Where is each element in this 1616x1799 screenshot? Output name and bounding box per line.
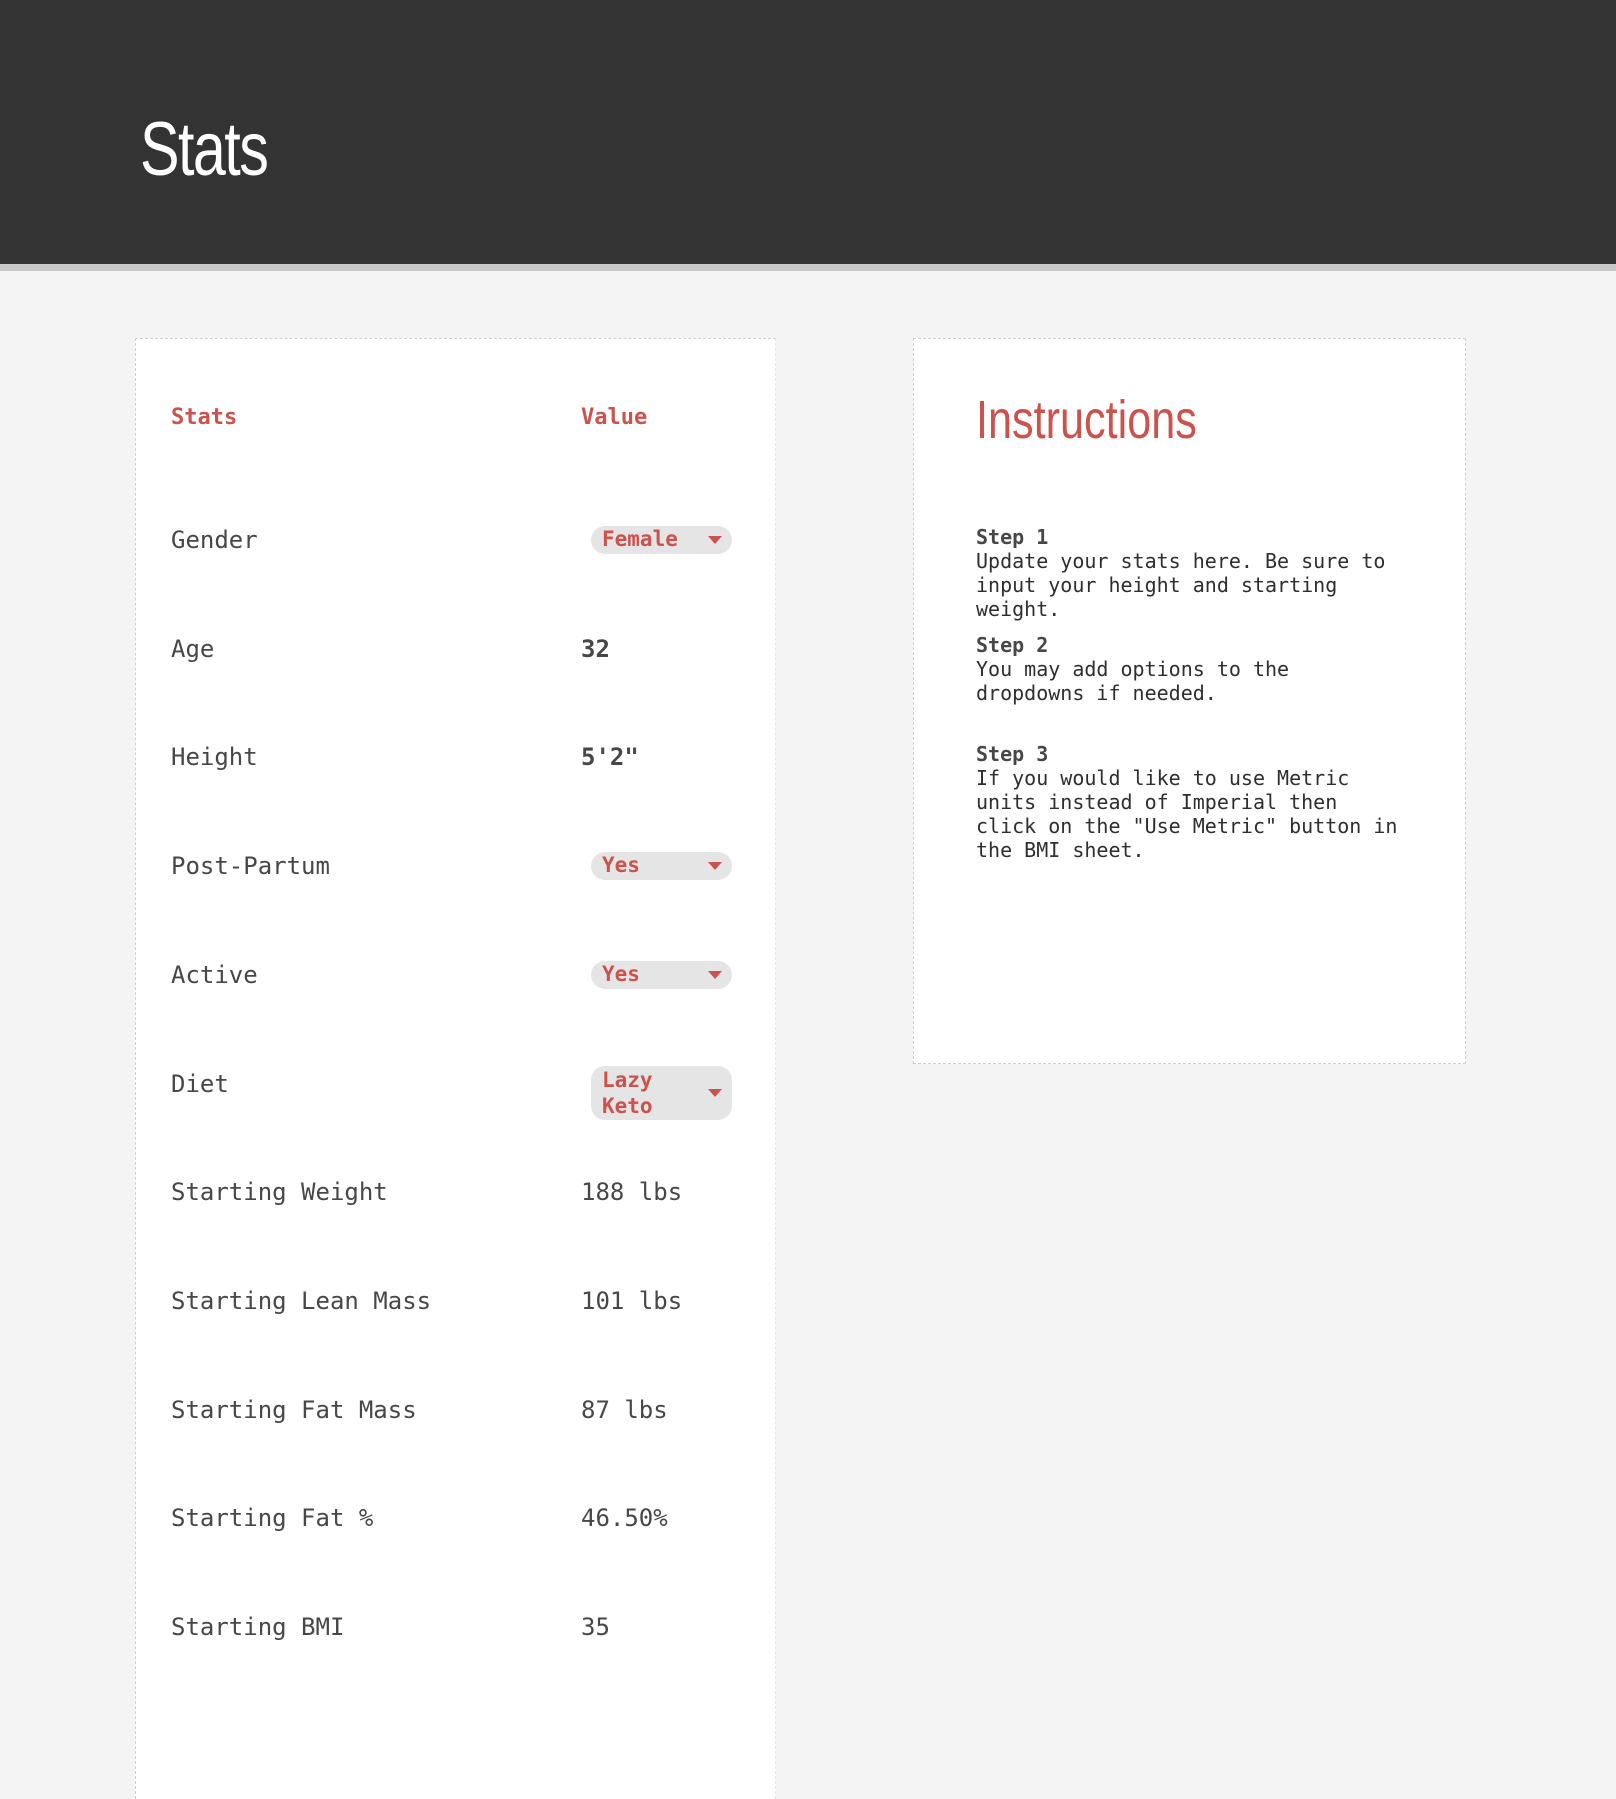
- column-header-value: Value: [581, 405, 648, 430]
- stat-label: Starting Weight: [171, 1178, 388, 1206]
- stat-row-age: Age 32: [136, 619, 775, 679]
- stat-value[interactable]: 5'2": [581, 727, 639, 787]
- stats-table: Stats Value Gender Female Age 32 Height …: [135, 338, 776, 1799]
- stat-row-starting-weight: Starting Weight 188 lbs: [136, 1162, 775, 1222]
- stat-value: 46.50%: [581, 1504, 668, 1532]
- step-body: You may add options to the dropdowns if …: [976, 657, 1290, 705]
- header-bar: Stats: [0, 0, 1616, 271]
- step-title: Step 3: [976, 742, 1049, 766]
- chevron-down-icon: [708, 536, 722, 544]
- column-header-stats: Stats: [171, 405, 238, 430]
- stat-row-starting-bmi: Starting BMI 35: [136, 1597, 775, 1657]
- step-title: Step 2: [976, 633, 1049, 657]
- post-partum-dropdown[interactable]: Yes: [591, 852, 732, 880]
- step-body: Update your stats here. Be sure to input…: [976, 549, 1386, 621]
- stat-row-gender: Gender Female: [136, 510, 775, 570]
- stat-row-post-partum: Post-Partum Yes: [136, 836, 775, 896]
- active-dropdown[interactable]: Yes: [591, 961, 732, 989]
- stat-label: Starting Lean Mass: [171, 1287, 432, 1315]
- chevron-down-icon: [708, 862, 722, 870]
- stat-label: Age: [171, 635, 215, 663]
- instruction-step-1: Step 1 Update your stats here. Be sure t…: [976, 525, 1436, 621]
- stat-label: Active: [171, 961, 258, 989]
- stat-label: Gender: [171, 526, 258, 554]
- stat-value: 35: [581, 1613, 610, 1641]
- stat-value[interactable]: 188 lbs: [581, 1162, 682, 1222]
- stat-value: 87 lbs: [581, 1396, 668, 1424]
- instruction-step-2: Step 2 You may add options to the dropdo…: [976, 633, 1436, 705]
- instruction-step-3: Step 3 If you would like to use Metric u…: [976, 742, 1436, 862]
- stat-row-starting-fat-mass: Starting Fat Mass 87 lbs: [136, 1380, 775, 1440]
- dropdown-value-line-1: Lazy: [602, 1068, 653, 1092]
- stat-row-height: Height 5'2": [136, 727, 775, 787]
- instructions-title: Instructions: [976, 390, 1197, 450]
- dropdown-value: Female: [602, 527, 678, 551]
- stat-label: Post-Partum: [171, 852, 330, 880]
- dropdown-value: Yes: [602, 853, 640, 877]
- dropdown-value-line-2: Keto: [602, 1094, 653, 1118]
- stat-value[interactable]: 32: [581, 619, 610, 679]
- stat-label: Diet: [171, 1070, 229, 1098]
- gender-dropdown[interactable]: Female: [591, 526, 732, 554]
- chevron-down-icon: [708, 971, 722, 979]
- step-title: Step 1: [976, 525, 1049, 549]
- step-body: If you would like to use Metric units in…: [976, 766, 1398, 862]
- stat-value: 101 lbs: [581, 1287, 683, 1315]
- page-title: Stats: [140, 107, 269, 192]
- instructions-panel: Instructions Step 1 Update your stats he…: [913, 338, 1466, 1064]
- stat-row-starting-lean-mass: Starting Lean Mass 101 lbs: [136, 1271, 775, 1331]
- chevron-down-icon: [708, 1089, 722, 1097]
- stat-label: Starting Fat %: [171, 1504, 374, 1532]
- stat-label: Height: [171, 743, 258, 771]
- dropdown-value: Yes: [602, 962, 640, 986]
- stat-row-starting-fat-percent: Starting Fat % 46.50%: [136, 1488, 775, 1548]
- stat-label: Starting BMI: [171, 1613, 345, 1641]
- stat-label: Starting Fat Mass: [171, 1396, 417, 1424]
- stat-row-active: Active Yes: [136, 945, 775, 1005]
- stat-row-diet: Diet Lazy Keto: [136, 1054, 775, 1120]
- diet-dropdown[interactable]: Lazy Keto: [591, 1066, 732, 1120]
